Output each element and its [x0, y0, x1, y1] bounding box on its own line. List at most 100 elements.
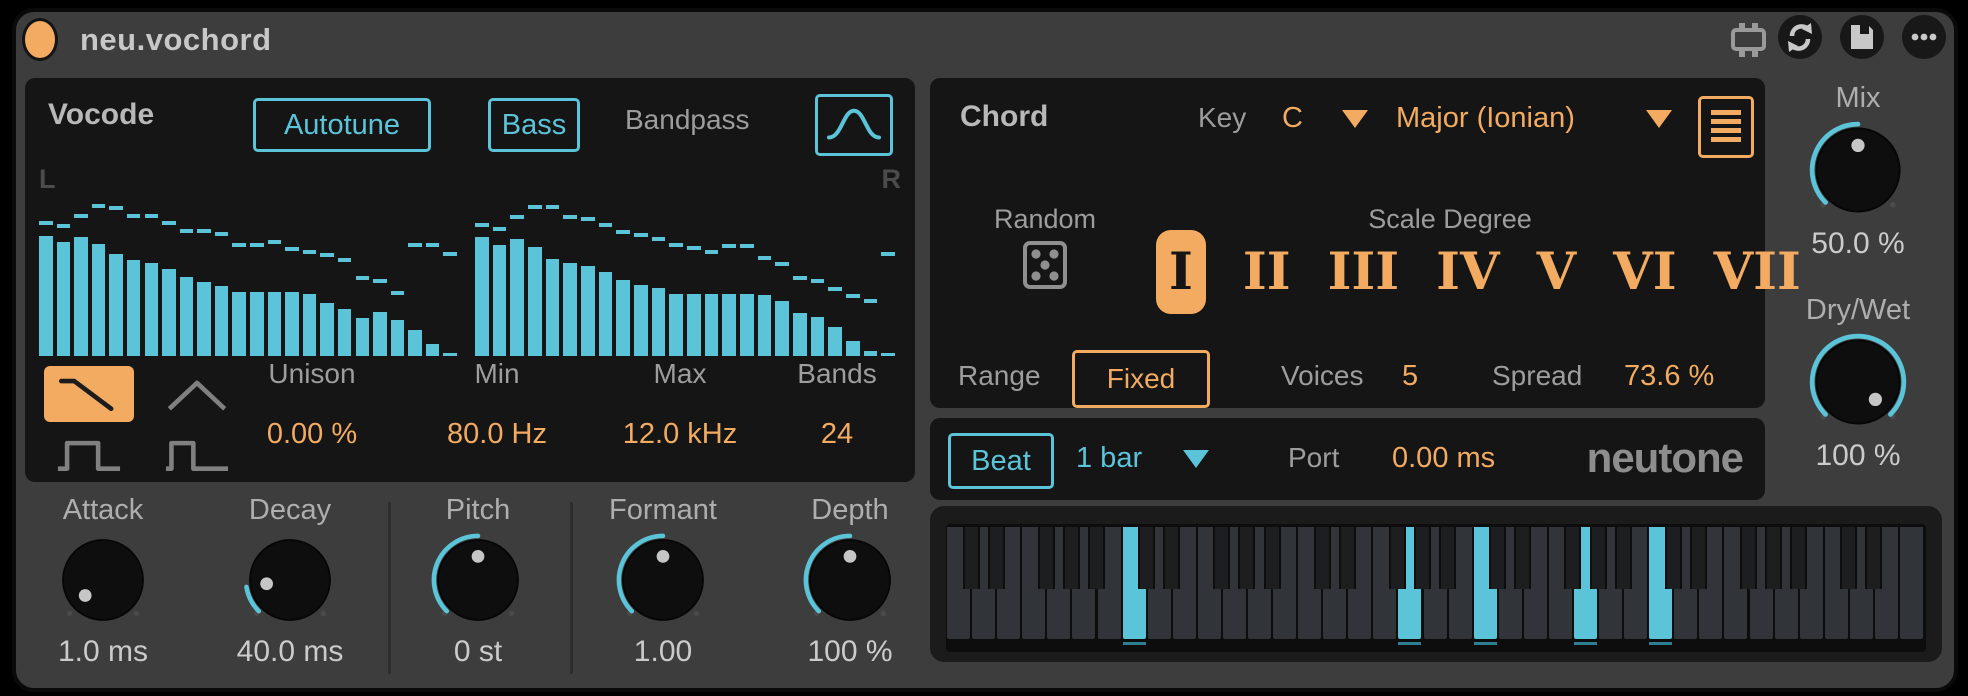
spectrum-bar [214, 286, 229, 356]
spectrum-peak [793, 276, 807, 280]
piano-key-black[interactable] [1439, 527, 1456, 589]
random-dice-button[interactable] [1022, 240, 1068, 295]
piano-key-black[interactable] [1790, 527, 1808, 589]
piano-key-black[interactable] [987, 527, 1005, 589]
piano-key-black[interactable] [1840, 527, 1858, 589]
piano-key-black[interactable] [1313, 527, 1331, 589]
key-value[interactable]: C [1282, 102, 1303, 135]
knob[interactable] [428, 530, 528, 630]
knob-value[interactable]: 100 % [760, 635, 940, 669]
piano-key-black[interactable] [1664, 527, 1682, 589]
piano-key-black[interactable] [1564, 527, 1582, 589]
knob-value[interactable]: 40.0 ms [200, 635, 380, 669]
plugin-icon[interactable] [1728, 19, 1768, 66]
spectrum-peak [390, 291, 405, 296]
piano-key-black[interactable] [1238, 527, 1256, 589]
spectrum-bar [828, 327, 842, 356]
knob-value[interactable]: 0 st [388, 635, 568, 669]
piano-key-black[interactable] [1037, 527, 1055, 589]
piano-key-black[interactable] [962, 527, 980, 589]
spectrum-bar [863, 351, 878, 356]
piano-key-black[interactable] [1163, 527, 1181, 589]
piano-key-black[interactable] [1062, 527, 1080, 589]
knob-value[interactable]: 1.0 ms [13, 635, 193, 669]
param-value[interactable]: 0.00 % [222, 418, 402, 451]
knob[interactable] [1806, 330, 1910, 434]
voices-value[interactable]: 5 [1402, 360, 1418, 393]
param-label: Min [474, 358, 520, 389]
bandpass-curve-button[interactable] [815, 94, 893, 156]
piano-key-black[interactable] [1514, 527, 1532, 589]
rate-dropdown-icon[interactable] [1183, 450, 1209, 468]
port-value[interactable]: 0.00 ms [1392, 442, 1495, 475]
knob[interactable] [240, 530, 340, 630]
piano-key-black[interactable] [1765, 527, 1782, 589]
scale-value[interactable]: Major (Ionian) [1396, 102, 1575, 135]
spectrum-bar [337, 308, 352, 356]
piano-key-black[interactable] [1689, 527, 1707, 589]
chord-panel: Chord Key C Major (Ionian) Random Scale … [930, 78, 1801, 408]
piano-key-black[interactable] [1865, 527, 1883, 589]
spectrum-peak [810, 279, 825, 283]
spectrum-peak [828, 286, 842, 291]
piano-key-black[interactable] [1489, 527, 1507, 589]
spectrum-bar [793, 313, 807, 356]
knob-attack: Attack 1.0 ms [13, 490, 193, 669]
scale-degree-i[interactable]: I [1156, 230, 1206, 314]
spectrum-bar [179, 277, 194, 356]
spectrum-bar [881, 353, 895, 356]
piano-key-black[interactable] [1388, 527, 1406, 589]
param-value[interactable]: 80.0 Hz [407, 418, 587, 451]
knob-value[interactable]: 100 % [1768, 439, 1948, 473]
piano-key-black[interactable] [1263, 527, 1281, 589]
save-button[interactable] [1840, 15, 1884, 59]
rate-value[interactable]: 1 bar [1076, 442, 1142, 475]
knob-value[interactable]: 1.00 [573, 635, 753, 669]
piano-key-white[interactable] [1899, 527, 1923, 639]
piano-key-black[interactable] [1589, 527, 1607, 589]
knob-label: Formant [609, 494, 717, 526]
refresh-button[interactable] [1778, 15, 1822, 59]
knob[interactable] [800, 530, 900, 630]
knob[interactable] [53, 530, 153, 630]
scale-degree-vi[interactable]: VI [1613, 242, 1676, 302]
scale-degree-v[interactable]: V [1537, 242, 1577, 302]
scale-dropdown-icon[interactable] [1646, 110, 1672, 128]
device-activator-led[interactable] [22, 18, 58, 61]
param-value[interactable]: 12.0 kHz [590, 418, 770, 451]
key-highlight-underline [1473, 642, 1497, 645]
beat-button[interactable]: Beat [948, 433, 1054, 489]
param-value[interactable]: 24 [747, 418, 927, 451]
spectrum-bar [56, 242, 71, 356]
key-dropdown-icon[interactable] [1342, 110, 1368, 128]
knob-value[interactable]: 50.0 % [1768, 227, 1948, 261]
knob[interactable] [613, 530, 713, 630]
piano-key-black[interactable] [1414, 527, 1431, 589]
scale-degree-iii[interactable]: III [1328, 242, 1400, 302]
spectrum-peak [846, 294, 860, 299]
spectrum-bar [846, 340, 860, 356]
range-fixed-button[interactable]: Fixed [1072, 350, 1210, 408]
spectrum-bar [492, 245, 507, 356]
autotune-button[interactable]: Autotune [253, 98, 431, 152]
piano-key-black[interactable] [1088, 527, 1105, 589]
scale-degree-ii[interactable]: II [1243, 242, 1291, 302]
piano-key-black[interactable] [1338, 527, 1356, 589]
scale-degree-iv[interactable]: IV [1436, 242, 1499, 302]
spectrum-peak [722, 244, 736, 249]
drywet-knob-group: Dry/Wet 100 % [1770, 294, 1946, 494]
key-highlight-underline [1122, 642, 1146, 645]
piano-key-black[interactable] [1614, 527, 1632, 589]
knob[interactable] [1806, 118, 1910, 222]
bass-button[interactable]: Bass [488, 98, 580, 152]
chord-list-button[interactable] [1698, 96, 1754, 158]
piano-key-black[interactable] [1213, 527, 1231, 589]
spectrum-bar [355, 318, 370, 356]
more-button[interactable] [1902, 15, 1946, 59]
spread-value[interactable]: 73.6 % [1624, 360, 1714, 393]
piano-key-black[interactable] [1138, 527, 1156, 589]
voices-label: Voices [1281, 360, 1364, 391]
piano-key-black[interactable] [1740, 527, 1757, 589]
chord-title: Chord [960, 100, 1049, 133]
envelope-row: Attack 1.0 ms Decay 40.0 ms Pitch 0 st Form… [25, 490, 915, 690]
